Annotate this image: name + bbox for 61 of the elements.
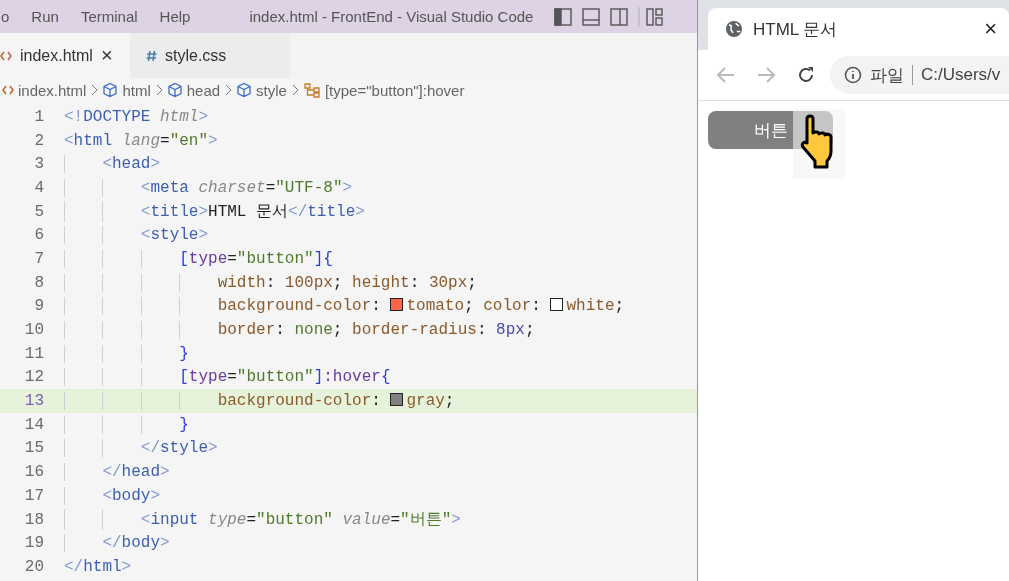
tab-title: HTML 문서 xyxy=(753,18,839,41)
breadcrumb-item[interactable]: style xyxy=(256,81,287,99)
url-text[interactable]: C:/Users/v xyxy=(921,65,1001,85)
line-number: 1 xyxy=(33,107,45,126)
hand-cursor-icon xyxy=(793,109,846,179)
code-brackets-icon xyxy=(2,85,14,95)
breadcrumb-item[interactable]: html xyxy=(122,81,151,99)
chevron-icon xyxy=(154,84,163,96)
browser-tab[interactable]: HTML 문서 × xyxy=(708,8,1009,50)
menu-item[interactable]: Help xyxy=(159,8,191,25)
window-title: index.html - FrontEnd - Visual Studio Code xyxy=(249,8,534,25)
line-number: 17 xyxy=(23,486,45,505)
line-number: 15 xyxy=(23,439,45,458)
line-number: 13 xyxy=(23,392,45,411)
code-line: <!DOCTYPE html> xyxy=(64,107,209,126)
hash-icon xyxy=(146,49,157,62)
layout-icons[interactable] xyxy=(553,6,664,27)
line-number: 19 xyxy=(23,534,45,553)
line-number: 16 xyxy=(23,463,45,482)
reload-icon[interactable] xyxy=(796,65,816,85)
line-number: 9 xyxy=(33,297,45,316)
info-icon[interactable] xyxy=(844,66,862,84)
line-number: 2 xyxy=(33,131,45,150)
breadcrumb-item[interactable]: [type="button"]:hover xyxy=(324,81,465,99)
tab-label: style.css xyxy=(165,46,227,65)
editor-tab[interactable]: style.css xyxy=(130,33,290,78)
cube-icon xyxy=(166,82,183,98)
menu-item[interactable]: o xyxy=(1,8,10,25)
line-number: 8 xyxy=(33,273,45,292)
code-line: <html lang="en"> xyxy=(64,131,218,150)
menu-item[interactable]: Terminal xyxy=(80,8,138,25)
line-number: 18 xyxy=(23,510,45,529)
chevron-icon xyxy=(90,84,99,96)
line-number: 6 xyxy=(33,226,45,245)
line-number: 5 xyxy=(33,202,45,221)
breadcrumb-item[interactable]: head xyxy=(186,81,221,99)
line-number: 7 xyxy=(33,249,45,268)
color-swatch[interactable] xyxy=(550,298,564,312)
cube-icon xyxy=(102,82,119,98)
color-swatch[interactable] xyxy=(390,393,404,407)
code-brackets-icon xyxy=(0,50,12,61)
close-icon[interactable]: × xyxy=(984,16,997,42)
close-icon[interactable]: × xyxy=(100,44,113,67)
cube-icon xyxy=(236,82,253,98)
globe-icon xyxy=(725,20,743,38)
chevron-icon xyxy=(224,84,233,96)
hierarchy-icon xyxy=(302,82,321,98)
chevron-icon xyxy=(290,84,299,96)
color-swatch[interactable] xyxy=(390,298,404,312)
line-number: 11 xyxy=(23,344,45,363)
line-number: 3 xyxy=(33,155,45,174)
line-number: 10 xyxy=(23,321,45,340)
line-number: 12 xyxy=(23,368,45,387)
code-line: </html> xyxy=(64,557,132,576)
line-number: 4 xyxy=(33,178,45,197)
line-number: 20 xyxy=(23,557,45,576)
line-number: 14 xyxy=(23,415,45,434)
tab-label: index.html xyxy=(20,46,93,65)
scheme-label: 파일 xyxy=(870,64,904,87)
breadcrumb-item[interactable]: index.html xyxy=(18,81,87,99)
menu-item[interactable]: Run xyxy=(31,8,59,25)
